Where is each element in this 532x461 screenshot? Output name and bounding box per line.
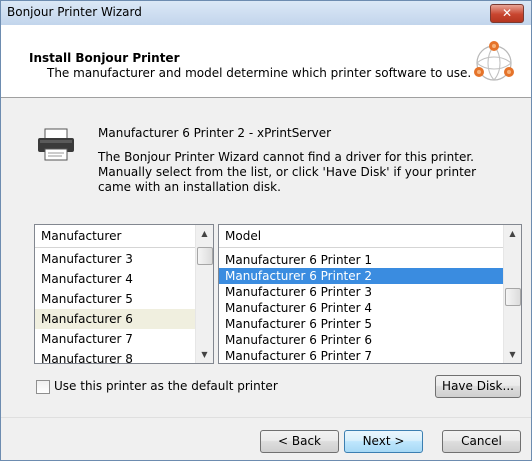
manufacturer-list-item[interactable]: Manufacturer 4: [35, 269, 196, 289]
manufacturer-scroll-thumb[interactable]: [197, 247, 213, 265]
window-title: Bonjour Printer Wizard: [7, 5, 142, 19]
model-list-item[interactable]: Manufacturer 6 Printer 4: [219, 300, 504, 316]
model-list-item[interactable]: Manufacturer 6 Printer 3: [219, 284, 504, 300]
printer-icon: [38, 128, 74, 161]
model-scroll-thumb[interactable]: [505, 288, 521, 306]
manufacturer-list-item[interactable]: Manufacturer 7: [35, 329, 196, 349]
model-items: Manufacturer 6 Printer 1 Manufacturer 6 P…: [219, 252, 504, 363]
printer-name: Manufacturer 6 Printer 2 - xPrintServer: [98, 126, 332, 140]
manufacturer-scrollbar[interactable]: ▲ ▼: [195, 225, 213, 363]
manufacturer-column-header[interactable]: Manufacturer: [35, 225, 196, 248]
model-list-item[interactable]: Manufacturer 6 Printer 5: [219, 316, 504, 332]
manufacturer-list-item[interactable]: Manufacturer 8: [35, 349, 196, 363]
manufacturer-list-item[interactable]: Manufacturer 3: [35, 249, 196, 269]
model-list-item[interactable]: Manufacturer 6 Printer 6: [219, 332, 504, 348]
have-disk-button[interactable]: Have Disk...: [435, 375, 521, 398]
bonjour-logo-icon: [474, 41, 514, 81]
manufacturer-list-item[interactable]: Manufacturer 5: [35, 289, 196, 309]
scroll-up-arrow-icon[interactable]: ▲: [196, 225, 213, 242]
default-printer-checkbox[interactable]: [36, 380, 50, 394]
model-list-item[interactable]: Manufacturer 6 Printer 2: [219, 268, 504, 284]
header-title: Install Bonjour Printer: [29, 51, 180, 65]
cancel-button[interactable]: Cancel: [442, 430, 521, 453]
default-printer-label[interactable]: Use this printer as the default printer: [54, 379, 278, 393]
close-button[interactable]: ✕: [490, 4, 524, 23]
model-list-item[interactable]: Manufacturer 6 Printer 1: [219, 252, 504, 268]
manufacturer-items: Manufacturer 3 Manufacturer 4 Manufacturer…: [35, 249, 196, 363]
model-list[interactable]: Model Manufacturer 6 Printer 1 Manufactur…: [218, 224, 522, 364]
footer-divider: [1, 417, 531, 418]
next-button[interactable]: Next >: [344, 430, 423, 453]
model-column-header[interactable]: Model: [219, 225, 504, 248]
manufacturer-list[interactable]: Manufacturer Manufacturer 3 Manufacturer …: [34, 224, 214, 364]
header-subtitle: The manufacturer and model determine whi…: [47, 66, 472, 80]
model-header-label: Model: [225, 229, 262, 243]
wizard-header: Install Bonjour Printer The manufacturer…: [1, 25, 531, 98]
manufacturer-header-label: Manufacturer: [41, 229, 122, 243]
back-button[interactable]: < Back: [260, 430, 339, 453]
driver-not-found-message: The Bonjour Printer Wizard cannot find a…: [98, 150, 477, 194]
scroll-up-arrow-icon[interactable]: ▲: [504, 225, 521, 242]
model-list-item[interactable]: Manufacturer 6 Printer 7: [219, 348, 504, 363]
wizard-window: Bonjour Printer Wizard ✕ Install Bonjour…: [0, 0, 532, 461]
title-bar: Bonjour Printer Wizard ✕: [1, 1, 531, 25]
scroll-down-arrow-icon[interactable]: ▼: [196, 346, 213, 363]
manufacturer-list-item[interactable]: Manufacturer 6: [35, 309, 196, 329]
scroll-down-arrow-icon[interactable]: ▼: [504, 346, 521, 363]
model-scrollbar[interactable]: ▲ ▼: [503, 225, 521, 363]
